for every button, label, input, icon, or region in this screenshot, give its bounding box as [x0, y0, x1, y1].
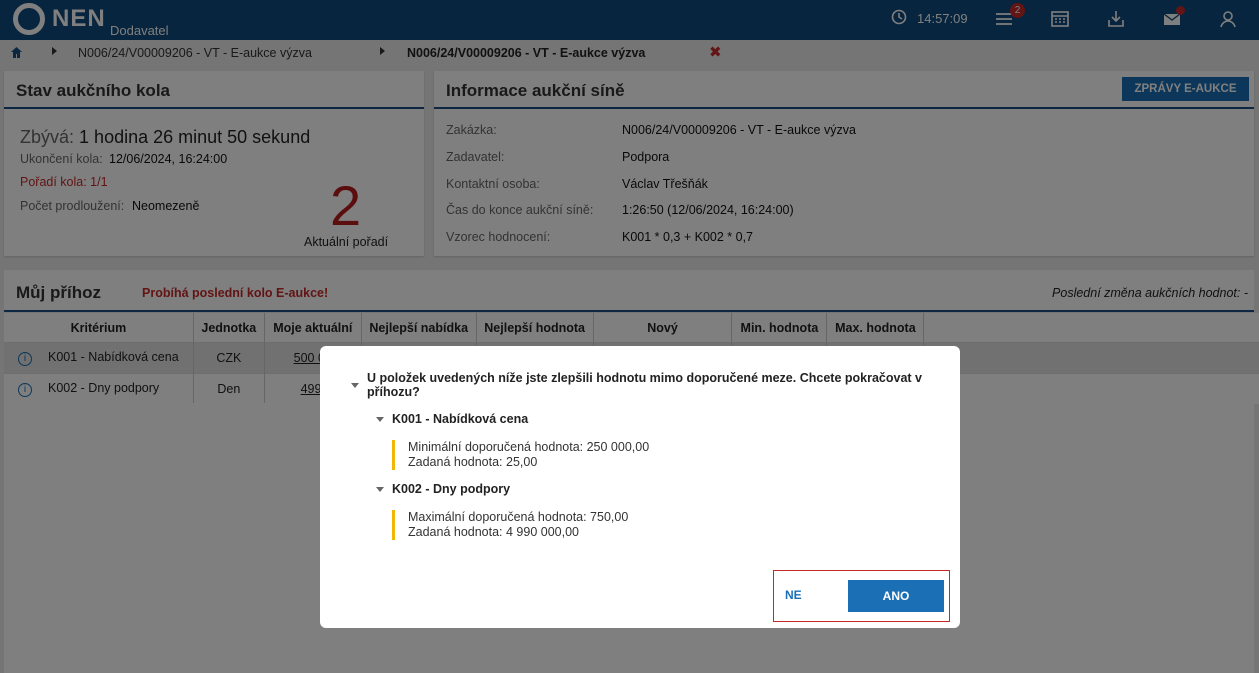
yes-button[interactable]: ANO: [848, 580, 944, 612]
dialog-question: U položek uvedených níže jste zlepšili h…: [367, 371, 922, 399]
criterion-group-title: K002 - Dny podpory: [392, 482, 511, 496]
entered-value: Zadaná hodnota: 25,00: [408, 455, 538, 469]
dialog-button-group: NE ANO: [773, 570, 950, 622]
warning-bar: [392, 440, 395, 470]
entered-value: Zadaná hodnota: 4 990 000,00: [408, 525, 579, 539]
recommended-value: Maximální doporučená hodnota: 750,00: [408, 510, 629, 524]
criterion-group-title: K001 - Nabídková cena: [392, 412, 529, 426]
collapse-icon[interactable]: [376, 487, 384, 492]
no-button[interactable]: NE: [785, 588, 802, 602]
recommended-value: Minimální doporučená hodnota: 250 000,00: [408, 440, 650, 454]
confirm-dialog: U položek uvedených níže jste zlepšili h…: [320, 346, 960, 628]
collapse-icon[interactable]: [351, 383, 359, 388]
collapse-icon[interactable]: [376, 417, 384, 422]
warning-bar: [392, 510, 395, 540]
